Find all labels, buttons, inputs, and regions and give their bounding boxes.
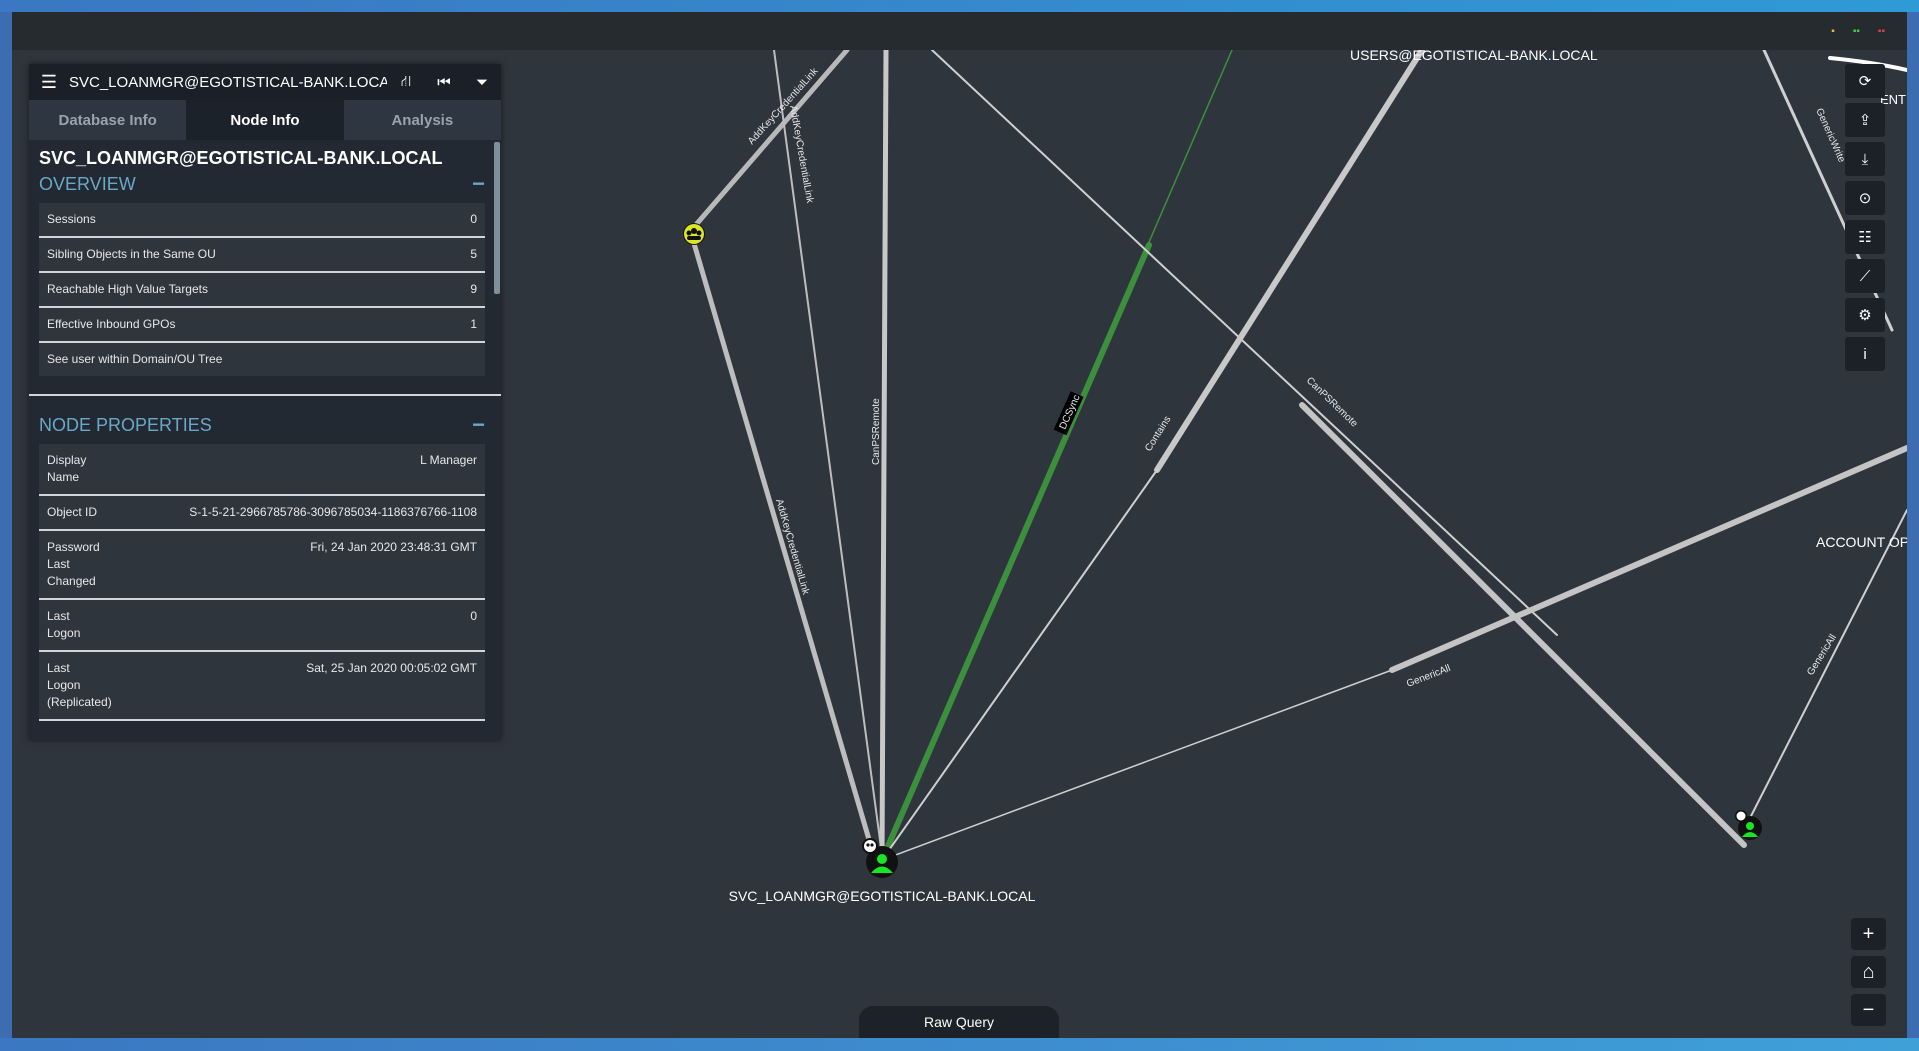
node-properties-header[interactable]: NODE PROPERTIES − [29, 410, 501, 440]
edge-dcsync-highlight[interactable] [879, 242, 1152, 863]
panel-tabs: Database Info Node Info Analysis [29, 100, 501, 140]
search-bar: ☰ SVC_LOANMGR@EGOTISTICAL-BANK.LOCAL ⛙ ⏮… [29, 64, 501, 100]
row-key: Reachable High Value Targets [47, 282, 208, 296]
collapse-icon[interactable]: − [472, 412, 485, 438]
row-key: Display Name [47, 453, 87, 484]
row-key: Effective Inbound GPOs [47, 317, 176, 331]
close-icon[interactable]: ▪▪ [1878, 27, 1885, 37]
node-title: SVC_LOANMGR@EGOTISTICAL-BANK.LOCAL [39, 148, 443, 168]
see-user-link[interactable]: See user within Domain/OU Tree [47, 351, 222, 368]
node-label-account-op: ACCOUNT OP [1816, 534, 1907, 550]
row-value: Sat, 25 Jan 2020 00:05:02 GMT [306, 661, 477, 675]
tasks-icon[interactable]: ☷ [1845, 220, 1885, 254]
window-controls: ▪ ▪▪ ▪▪ [1831, 27, 1885, 37]
row-value: 0 [470, 212, 477, 226]
row-value: Fri, 24 Jan 2020 23:48:31 GMT [310, 540, 477, 554]
section-divider [29, 394, 501, 396]
edge-canpsremote-vertical[interactable] [879, 50, 889, 863]
group-node[interactable] [683, 223, 705, 245]
raw-query-label: Raw Query [923, 1014, 995, 1030]
window-titlebar: ▪ ▪▪ ▪▪ [12, 12, 1907, 50]
minimize-icon[interactable]: ▪ [1831, 27, 1835, 37]
row-value: 1 [470, 317, 477, 331]
row-key: Sessions [47, 212, 96, 226]
edge-genericall-long[interactable] [881, 669, 1393, 861]
zoom-out-button[interactable]: − [1851, 994, 1886, 1026]
info-panel: ☰ SVC_LOANMGR@EGOTISTICAL-BANK.LOCAL ⛙ ⏮… [29, 64, 501, 740]
overview-heading: OVERVIEW [39, 173, 136, 194]
row-value: L Manager [420, 453, 477, 467]
filter-icon[interactable]: ⏷ [463, 74, 501, 91]
refresh-icon[interactable]: ⟳ [1845, 64, 1885, 98]
node-label-users: USERS@EGOTISTICAL-BANK.LOCAL [1350, 50, 1598, 63]
edge-addkey-mid[interactable] [690, 237, 878, 863]
road-icon[interactable]: ⛙ [387, 73, 425, 92]
node-properties-heading: NODE PROPERTIES [39, 414, 212, 435]
search-input[interactable]: SVC_LOANMGR@EGOTISTICAL-BANK.LOCAL [69, 74, 387, 91]
chart-line-icon[interactable]: ⟋ [1845, 259, 1885, 293]
overview-header[interactable]: OVERVIEW − [29, 169, 501, 199]
table-row[interactable]: Sessions 0 [39, 203, 485, 238]
row-value: S-1-5-21-2966785786-3096785034-118637676… [189, 505, 477, 519]
edge-label-addkey-top: AddKeyCredentialLink [746, 65, 821, 147]
edge-label-genericall-long: GenericAll [1405, 663, 1452, 690]
table-row[interactable]: Effective Inbound GPOs 1 [39, 308, 485, 343]
table-row[interactable]: Last Logon (Replicated) Sat, 25 Jan 2020 … [39, 652, 485, 721]
row-key: Object ID [47, 505, 98, 519]
table-row[interactable]: Object ID S-1-5-21-2966785786-3096785034-… [39, 496, 485, 531]
row-value: 9 [470, 282, 477, 296]
tab-node-info[interactable]: Node Info [186, 100, 344, 140]
zoom-in-button[interactable]: + [1851, 918, 1886, 950]
row-key: Sibling Objects in the Same OU [47, 247, 216, 261]
node-info-body: SVC_LOANMGR@EGOTISTICAL-BANK.LOCAL OVERV… [29, 140, 501, 740]
edge-label-addkey-top2: AddKeyCredentialLink [787, 105, 815, 205]
edge-light-1[interactable] [773, 50, 883, 856]
row-value: 0 [470, 609, 477, 623]
info-icon[interactable]: i [1845, 337, 1885, 371]
table-row[interactable]: Password Last Changed Fri, 24 Jan 2020 23… [39, 531, 485, 600]
node-label-main: SVC_LOANMGR@EGOTISTICAL-BANK.LOCAL [729, 888, 1036, 904]
step-backward-icon[interactable]: ⏮ [425, 74, 463, 91]
panel-scrollbar[interactable] [494, 142, 500, 294]
upload-icon[interactable]: ⇪ [1845, 103, 1885, 137]
edge-contains[interactable] [1154, 50, 1425, 473]
overview-table: Sessions 0 Sibling Objects in the Same OU… [39, 203, 485, 376]
home-icon[interactable]: ⌂ [1851, 956, 1886, 988]
desktop-frame-bottom [0, 1038, 1919, 1051]
skull-icon [862, 838, 878, 854]
maximize-icon[interactable]: ▪▪ [1853, 27, 1860, 37]
table-row[interactable]: Sibling Objects in the Same OU 5 [39, 238, 485, 273]
bloodhound-window: ▪ ▪▪ ▪▪ AddKeyCredentialLink AddKeyCrede… [12, 12, 1907, 1038]
download-icon[interactable]: ⤓ [1845, 142, 1885, 176]
edge-addkey-top[interactable] [691, 50, 850, 230]
skull-icon [1735, 810, 1747, 822]
edge-contains-thin[interactable] [881, 469, 1158, 861]
desktop-frame-top [0, 0, 1919, 12]
row-value: 5 [470, 247, 477, 261]
edge-label-genericwrite: GenericWrite [1813, 107, 1847, 165]
circle-up-icon[interactable]: ⊙ [1845, 181, 1885, 215]
cogs-icon[interactable]: ⚙ [1845, 298, 1885, 332]
row-key: Password Last Changed [47, 540, 100, 588]
tab-analysis[interactable]: Analysis [343, 100, 501, 140]
tab-database-info[interactable]: Database Info [29, 100, 187, 140]
edge-genericall-right[interactable] [1748, 509, 1907, 821]
row-key: Last Logon [47, 609, 81, 640]
edge-canpsremote-diag-thin[interactable] [931, 50, 1558, 636]
table-row[interactable]: Reachable High Value Targets 9 [39, 273, 485, 308]
table-row[interactable]: See user within Domain/OU Tree [39, 343, 485, 376]
table-row[interactable]: Display Name L Manager [39, 444, 485, 496]
edge-canpsremote-diag[interactable] [1299, 402, 1747, 848]
graph-toolbar: ⟳ ⇪ ⤓ ⊙ ☷ ⟋ ⚙ i [1845, 64, 1885, 371]
table-row[interactable]: Last Logon 0 [39, 600, 485, 652]
raw-query-button[interactable]: Raw Query [859, 1006, 1059, 1038]
zoom-controls: + ⌂ − [1851, 918, 1886, 1026]
properties-table: Display Name L Manager Object ID S-1-5-21-… [39, 444, 485, 721]
row-key: Last Logon (Replicated) [47, 661, 112, 709]
edge-label-canpsremote-diag: CanPSRemote [1304, 375, 1360, 430]
edge-label-canpsremote-vertical: CanPSRemote [871, 398, 882, 465]
collapse-icon[interactable]: − [472, 171, 485, 197]
hamburger-menu-icon[interactable]: ☰ [29, 72, 69, 93]
